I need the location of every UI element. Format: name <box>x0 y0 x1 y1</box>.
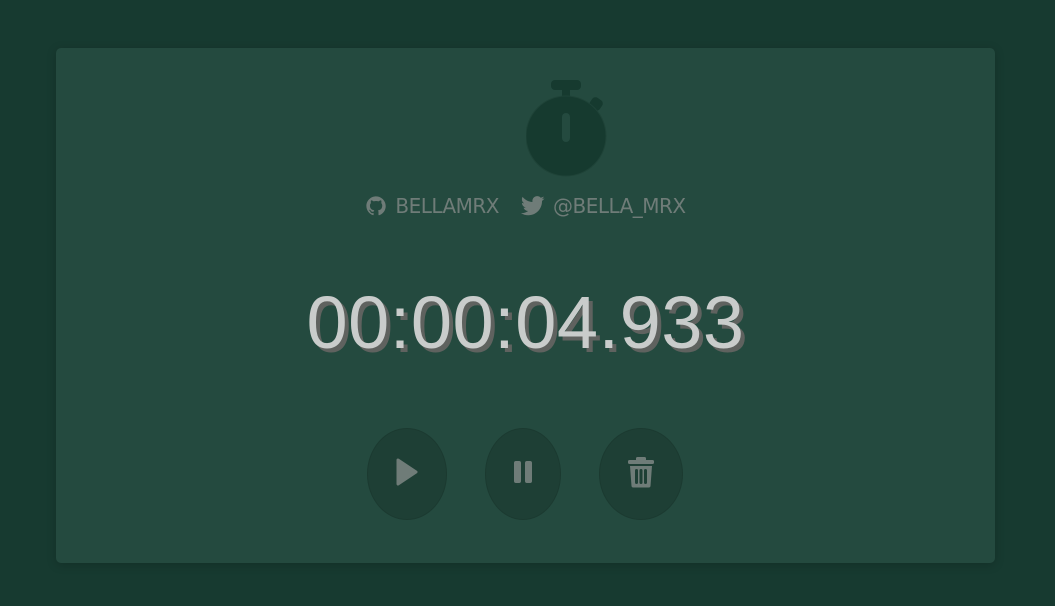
github-icon <box>365 195 387 217</box>
reset-button[interactable] <box>599 428 683 520</box>
social-links: bellamrx @bella_mrx <box>56 194 995 218</box>
start-button[interactable] <box>367 428 447 520</box>
twitter-link[interactable]: @bella_mrx <box>521 194 686 218</box>
stopwatch-card: bellamrx @bella_mrx 00:00:04.933 <box>56 48 995 563</box>
twitter-handle: @bella_mrx <box>553 194 686 218</box>
trash-icon <box>627 456 655 492</box>
stopwatch-icon <box>525 78 636 182</box>
pause-button[interactable] <box>485 428 561 520</box>
github-username: bellamrx <box>395 194 499 218</box>
timer-controls <box>366 428 686 520</box>
play-icon <box>394 457 420 491</box>
twitter-icon <box>521 196 545 216</box>
github-link[interactable]: bellamrx <box>365 194 499 218</box>
pause-icon <box>512 459 534 489</box>
timer-display: 00:00:04.933 <box>306 281 745 364</box>
